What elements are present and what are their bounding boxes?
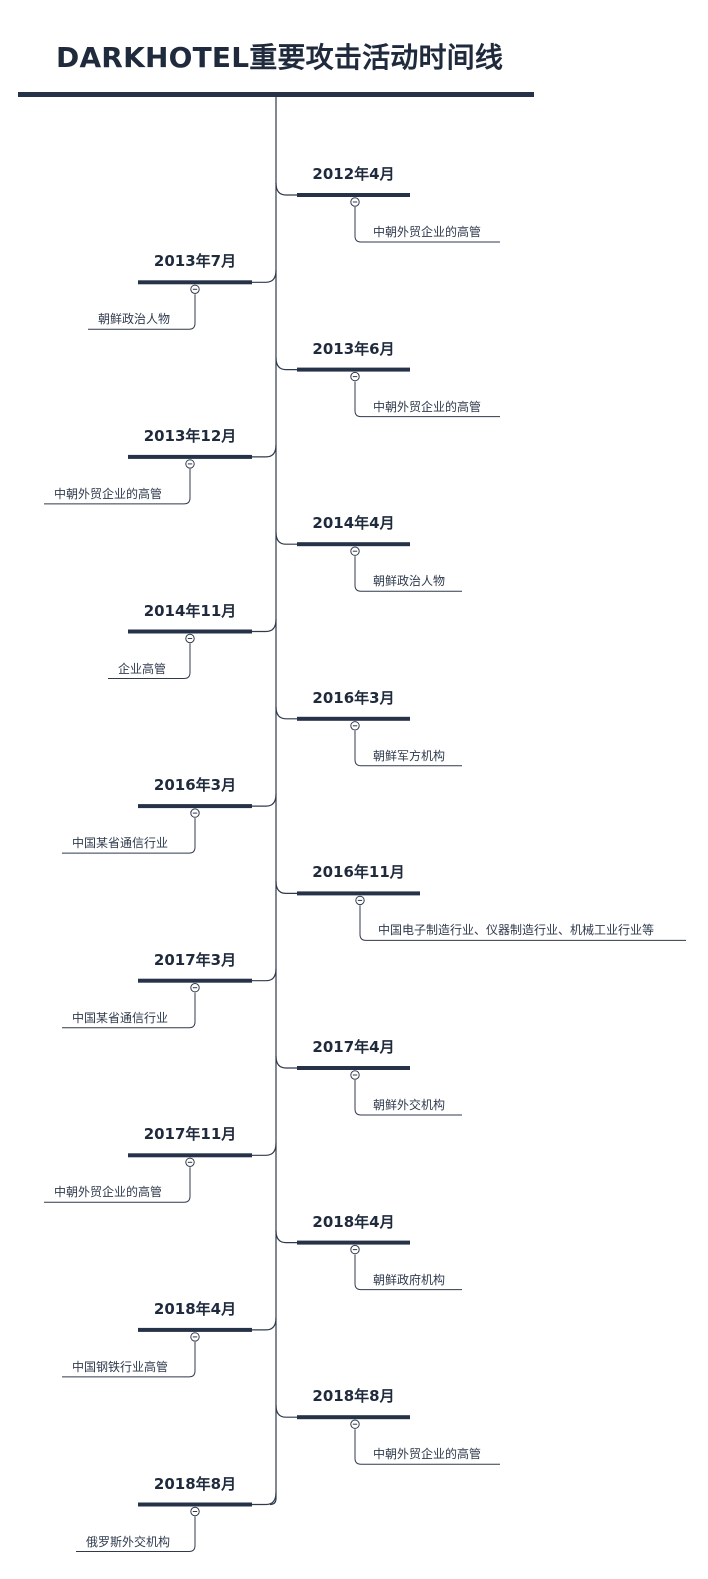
event-target: 中朝外贸企业的高管 (54, 1185, 163, 1200)
event-date: 2016年3月 (312, 688, 395, 707)
event-date: 2013年12月 (143, 426, 237, 445)
date-bar (297, 1415, 410, 1420)
branch-connector (275, 706, 297, 720)
branch-connector (252, 968, 277, 982)
event-date: 2017年3月 (153, 950, 237, 969)
event-date: 2018年4月 (312, 1212, 395, 1231)
event-target: 中国钢铁行业高管 (72, 1359, 169, 1374)
branch-connector (252, 794, 277, 807)
event-target: 中国某省通信行业 (72, 836, 169, 851)
branch-connector (275, 1405, 297, 1418)
branch-connector (252, 1143, 277, 1156)
branch-connector (252, 1317, 277, 1331)
date-bar (128, 454, 252, 459)
date-bar (297, 716, 410, 721)
branch-connector (252, 270, 277, 283)
event-target: 中朝外贸企业的高管 (373, 1447, 482, 1462)
date-bar (128, 629, 252, 634)
branch-connector (275, 1055, 297, 1069)
branch-connector (275, 182, 297, 196)
branch-connector (252, 1492, 277, 1506)
date-bar (297, 891, 420, 896)
event-date: 2018年8月 (312, 1387, 395, 1406)
date-bar (138, 1327, 252, 1332)
date-bar (297, 193, 410, 197)
date-bar (297, 1240, 410, 1245)
event-date: 2016年11月 (312, 863, 405, 882)
branch-connector (275, 357, 297, 371)
date-bar (138, 280, 252, 285)
date-bar (297, 367, 410, 372)
event-target: 朝鲜军方机构 (373, 748, 446, 763)
branch-connector (275, 532, 297, 545)
event-target: 朝鲜政治人物 (98, 312, 171, 327)
event-date: 2016年3月 (153, 776, 237, 795)
event-target: 俄罗斯外交机构 (86, 1534, 171, 1549)
event-date: 2017年4月 (312, 1038, 395, 1056)
date-bar (138, 804, 252, 809)
event-date: 2013年7月 (153, 252, 237, 271)
branch-connector (275, 881, 297, 894)
date-bar (297, 1066, 410, 1070)
event-target: 中朝外贸企业的高管 (373, 225, 482, 239)
branch-connector (275, 1230, 297, 1244)
event-target: 朝鲜政府机构 (373, 1272, 446, 1287)
date-bar (138, 1502, 252, 1507)
timeline-diagram (44, 97, 686, 1552)
branch-connector (252, 619, 277, 633)
event-date: 2014年4月 (312, 514, 395, 533)
event-date: 2018年8月 (153, 1474, 237, 1493)
event-date: 2014年11月 (143, 601, 237, 620)
event-date: 2012年4月 (312, 165, 395, 183)
event-target: 中国某省通信行业 (72, 1010, 169, 1025)
event-target: 朝鲜政治人物 (373, 574, 446, 589)
event-target: 企业高管 (118, 661, 167, 676)
event-target: 中国电子制造行业、仪器制造行业、机械工业行业等 (378, 923, 655, 938)
event-date: 2017年11月 (143, 1125, 237, 1144)
event-date: 2013年6月 (312, 339, 395, 358)
event-date: 2018年4月 (153, 1299, 237, 1318)
event-target: 中朝外贸企业的高管 (373, 399, 482, 414)
date-bar (128, 1153, 252, 1158)
branch-connector (252, 444, 277, 458)
event-target: 朝鲜外交机构 (373, 1098, 446, 1112)
event-target: 中朝外贸企业的高管 (54, 486, 163, 501)
date-bar (297, 542, 410, 547)
date-bar (138, 978, 252, 983)
